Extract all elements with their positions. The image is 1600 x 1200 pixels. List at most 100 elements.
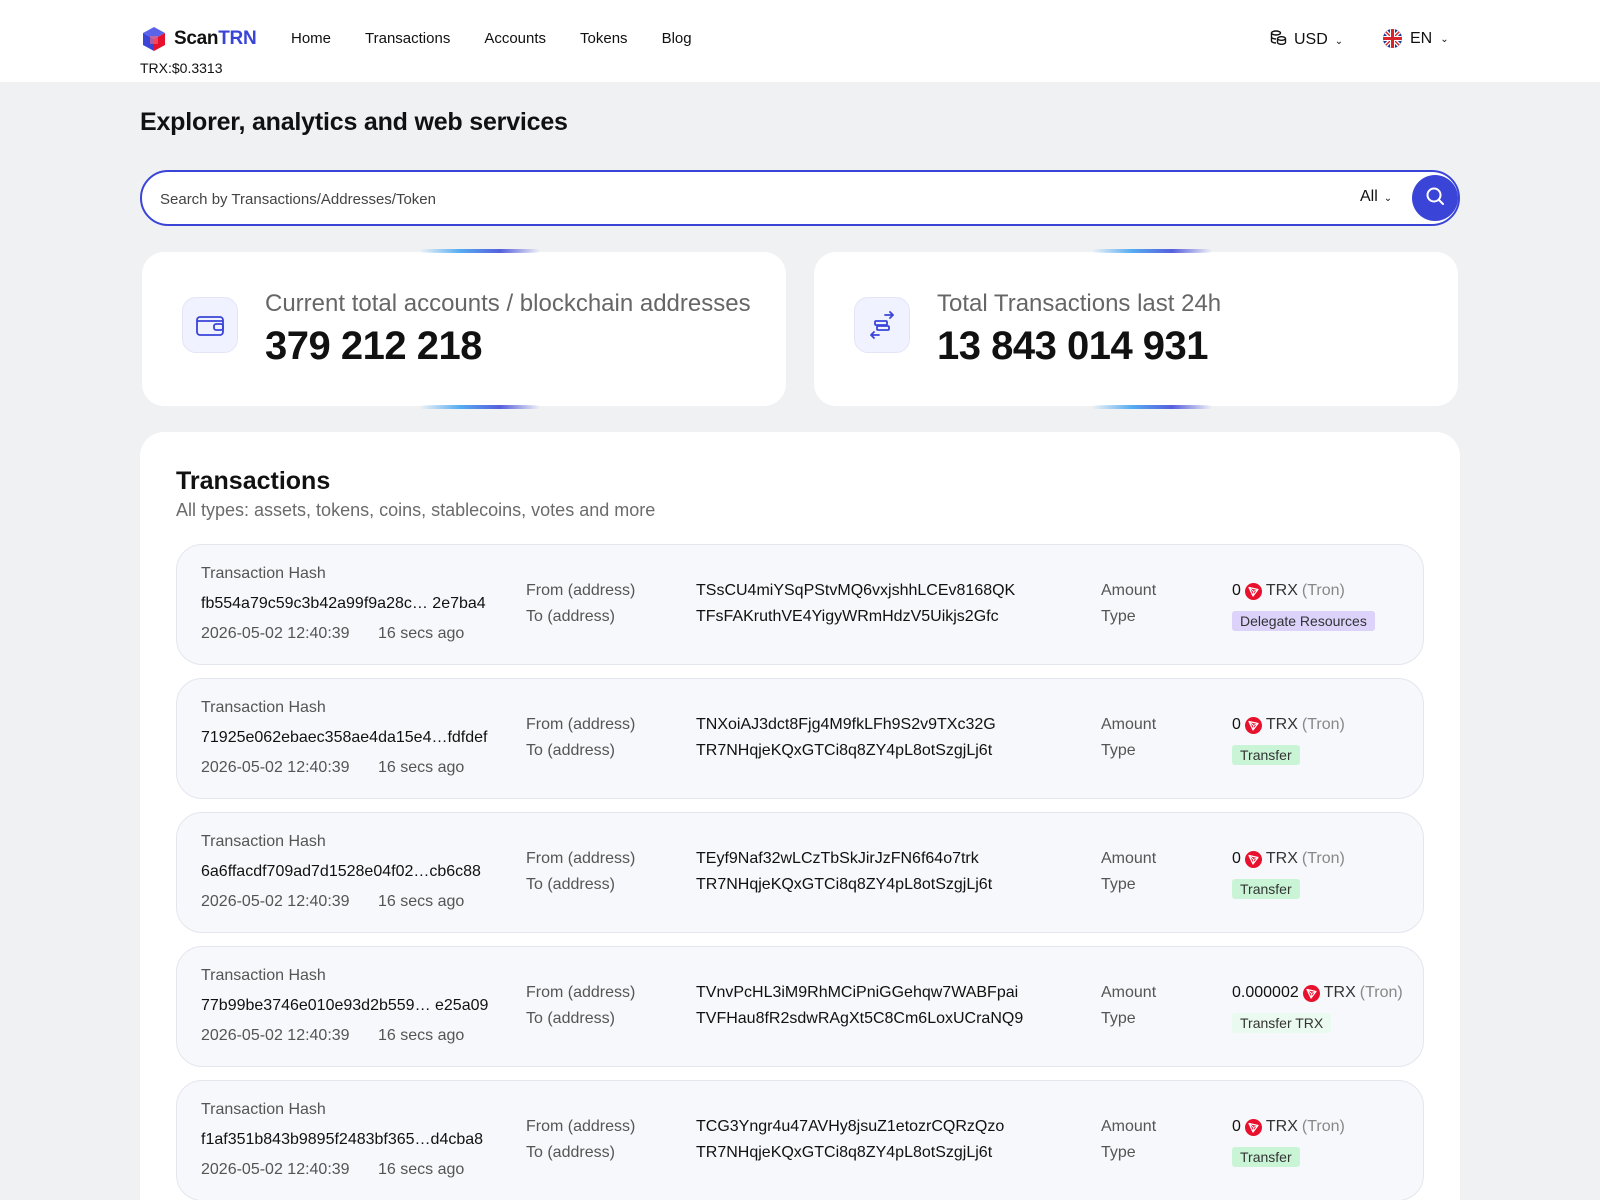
tx-time-ago: 16 secs ago <box>378 1161 465 1178</box>
currency-selector[interactable]: USD ⌄ <box>1270 29 1343 51</box>
tx-hash-label: Transaction Hash <box>201 699 326 716</box>
tx-amount: 0 TRX (Tron) <box>1232 716 1345 734</box>
tx-date: 2026-05-02 12:40:39 <box>201 759 350 776</box>
tx-from-label: From (address) <box>526 582 636 599</box>
tx-to-address[interactable]: TR7NHqjeKQxGTCi8q8ZY4pL8otSzgjLj6t <box>696 1144 992 1162</box>
transaction-row[interactable]: Transaction Hash 77b99be3746e010e93d2b55… <box>176 946 1424 1067</box>
tx-time-ago: 16 secs ago <box>378 1027 465 1044</box>
stat-card-transactions: Total Transactions last 24h 13 843 014 9… <box>814 249 1458 409</box>
transactions-title: Transactions <box>176 467 331 495</box>
tx-hash-label: Transaction Hash <box>201 1101 326 1118</box>
stat-label: Current total accounts / blockchain addr… <box>265 290 751 317</box>
transaction-row[interactable]: Transaction Hash 71925e062ebaec358ae4da1… <box>176 678 1424 799</box>
tx-hash-link[interactable]: fb554a79c59c3b42a99f9a28c… 2e7ba4 <box>201 595 486 613</box>
tx-type-label: Type <box>1101 742 1136 759</box>
tx-amount: 0 TRX (Tron) <box>1232 1118 1345 1136</box>
stat-card-accounts: Current total accounts / blockchain addr… <box>142 249 786 409</box>
tx-amount-label: Amount <box>1101 850 1157 867</box>
main-nav: Home Transactions Accounts Tokens Blog <box>291 30 726 47</box>
tx-network: (Tron) <box>1359 984 1403 1001</box>
tx-currency: TRX <box>1265 850 1298 867</box>
tx-amount-label: Amount <box>1101 582 1157 599</box>
transaction-row[interactable]: Transaction Hash 6a6ffacdf709ad7d1528e04… <box>176 812 1424 933</box>
chevron-down-icon: ⌄ <box>1334 35 1344 47</box>
tx-network: (Tron) <box>1301 1118 1345 1135</box>
tx-date: 2026-05-02 12:40:39 <box>201 625 350 642</box>
language-label: EN <box>1410 29 1433 47</box>
tx-to-label: To (address) <box>526 876 615 893</box>
search-input[interactable] <box>160 187 1260 211</box>
tx-date: 2026-05-02 12:40:39 <box>201 893 350 910</box>
nav-blog[interactable]: Blog <box>662 30 692 47</box>
tx-date: 2026-05-02 12:40:39 <box>201 1027 350 1044</box>
tx-time-ago: 16 secs ago <box>378 893 465 910</box>
stat-value: 13 843 014 931 <box>937 324 1209 368</box>
tx-amount-label: Amount <box>1101 984 1157 1001</box>
stat-label: Total Transactions last 24h <box>937 290 1222 317</box>
tx-amount-value: 0.000002 <box>1232 984 1299 1001</box>
tx-type-badge: Transfer TRX <box>1232 1013 1332 1033</box>
tx-from-label: From (address) <box>526 850 636 867</box>
tx-to-label: To (address) <box>526 742 615 759</box>
tx-hash-link[interactable]: 77b99be3746e010e93d2b559… e25a09 <box>201 997 488 1015</box>
tx-type-badge: Transfer <box>1232 745 1300 765</box>
currency-label: USD <box>1294 31 1328 48</box>
tx-currency: TRX <box>1265 582 1298 599</box>
stat-value: 379 212 218 <box>265 324 482 368</box>
tx-from-address[interactable]: TNXoiAJ3dct8Fjg4M9fkLFh9S2v9TXc32G <box>696 716 996 734</box>
tx-to-label: To (address) <box>526 1144 615 1161</box>
transaction-row[interactable]: Transaction Hash fb554a79c59c3b42a99f9a2… <box>176 544 1424 665</box>
logo-prefix: Scan <box>174 28 219 49</box>
trx-price: TRX:$0.3313 <box>140 60 223 76</box>
chevron-down-icon: ⌄ <box>1383 192 1393 204</box>
search-filter-label: All <box>1360 188 1378 205</box>
tx-amount: 0 TRX (Tron) <box>1232 582 1345 600</box>
transaction-row[interactable]: Transaction Hash f1af351b843b9895f2483bf… <box>176 1080 1424 1200</box>
nav-transactions[interactable]: Transactions <box>365 30 450 47</box>
nav-home[interactable]: Home <box>291 30 331 47</box>
search-button[interactable] <box>1412 175 1458 221</box>
tx-from-address[interactable]: TEyf9Naf32wLCzTbSkJirJzFN6f64o7trk <box>696 850 979 868</box>
transactions-subtitle: All types: assets, tokens, coins, stable… <box>176 500 656 520</box>
tx-network: (Tron) <box>1301 850 1345 867</box>
nav-accounts[interactable]: Accounts <box>484 30 546 47</box>
tx-currency: TRX <box>1323 984 1356 1001</box>
language-selector[interactable]: EN ⌄ <box>1383 29 1449 48</box>
site-header: ScanTRN TRX:$0.3313 Home Transactions Ac… <box>0 0 1600 82</box>
tx-network: (Tron) <box>1301 582 1345 599</box>
tx-hash-link[interactable]: 71925e062ebaec358ae4da15e4…fdfdef <box>201 729 488 747</box>
tx-to-address[interactable]: TR7NHqjeKQxGTCi8q8ZY4pL8otSzgjLj6t <box>696 742 992 760</box>
search-bar: All ⌄ <box>140 170 1460 226</box>
tx-amount-label: Amount <box>1101 1118 1157 1135</box>
tx-from-address[interactable]: TSsCU4miYSqPStvMQ6vxjshhLCEv8168QK <box>696 582 1015 600</box>
tx-to-label: To (address) <box>526 608 615 625</box>
tx-hash-link[interactable]: 6a6ffacdf709ad7d1528e04f02…cb6c88 <box>201 863 481 881</box>
tx-amount-value: 0 <box>1232 1118 1241 1135</box>
tx-amount-label: Amount <box>1101 716 1157 733</box>
uk-flag-icon <box>1383 29 1402 48</box>
tx-type-badge: Transfer <box>1232 1147 1300 1167</box>
tx-from-address[interactable]: TVnvPcHL3iM9RhMCiPniGGehqw7WABFpai <box>696 984 1018 1002</box>
tx-from-address[interactable]: TCG3Yngr4u47AVHy8jsuZ1etozrCQRzQzo <box>696 1118 1004 1136</box>
tx-to-address[interactable]: TFsFAKruthVE4YigyWRmHdzV5Uikjs2Gfc <box>696 608 999 626</box>
tx-hash-label: Transaction Hash <box>201 967 326 984</box>
logo[interactable]: ScanTRN <box>140 24 257 54</box>
tx-currency: TRX <box>1265 1118 1298 1135</box>
nav-tokens[interactable]: Tokens <box>580 30 628 47</box>
tx-to-address[interactable]: TVFHau8fR2sdwRAgXt5C8Cm6LoxUCraNQ9 <box>696 1010 1023 1028</box>
page-title: Explorer, analytics and web services <box>140 108 568 136</box>
tx-amount: 0 TRX (Tron) <box>1232 850 1345 868</box>
tx-type-badge: Delegate Resources <box>1232 611 1375 631</box>
tx-amount-value: 0 <box>1232 716 1241 733</box>
tx-to-address[interactable]: TR7NHqjeKQxGTCi8q8ZY4pL8otSzgjLj6t <box>696 876 992 894</box>
tx-hash-link[interactable]: f1af351b843b9895f2483bf365…d4cba8 <box>201 1131 483 1149</box>
tx-amount-value: 0 <box>1232 850 1241 867</box>
tron-icon <box>1244 850 1262 868</box>
chevron-down-icon: ⌄ <box>1440 34 1449 45</box>
tx-type-label: Type <box>1101 608 1136 625</box>
wallet-icon <box>182 297 238 353</box>
tx-type-label: Type <box>1101 1010 1136 1027</box>
tx-type-badge: Transfer <box>1232 879 1300 899</box>
search-filter-dropdown[interactable]: All ⌄ <box>1360 188 1392 206</box>
search-icon <box>1425 186 1445 211</box>
